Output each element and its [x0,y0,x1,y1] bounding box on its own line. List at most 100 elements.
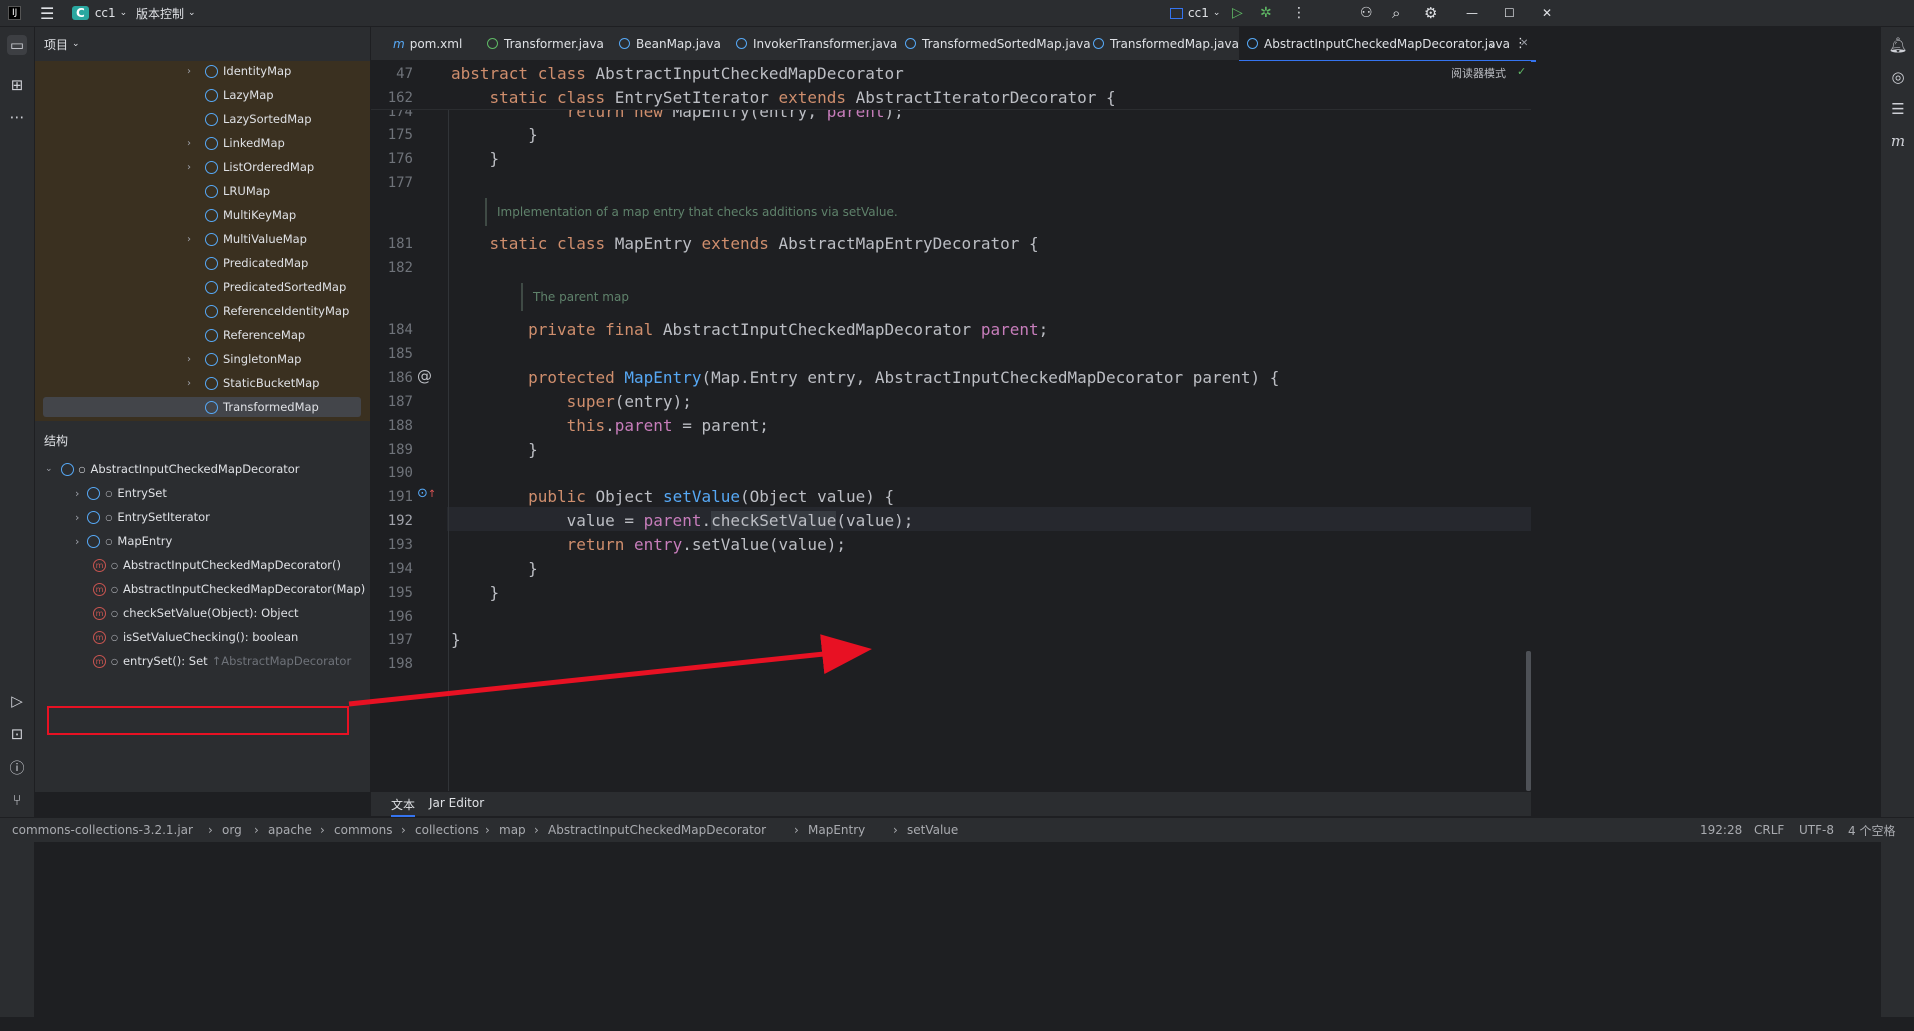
editor-tab[interactable]: m pom.xml [385,27,470,60]
project-tree-item[interactable]: ReferenceIdentityMap [35,301,370,321]
class-icon [205,184,218,198]
caret-position[interactable]: 192:28 [1700,818,1742,842]
chevron-right-icon[interactable]: › [187,162,191,173]
project-panel-header: 项目 ⌄ [35,27,370,61]
project-tree-item[interactable]: TransformedMap [43,397,361,417]
structure-item-label: EntrySetIterator [117,510,210,524]
editor-tab[interactable]: TransformedSortedMap.java [897,27,1099,60]
editor-tab[interactable]: BeanMap.java [611,27,729,60]
more-icon[interactable]: ⋯ [7,107,27,127]
line-separator[interactable]: CRLF [1754,818,1784,842]
breadcrumb-item[interactable]: commons-collections-3.2.1.jar [12,818,193,842]
debug-icon[interactable]: ✲ [1260,0,1272,26]
vertical-scrollbar[interactable] [1526,651,1531,791]
reader-mode-label[interactable]: 阅读器模式 [1451,65,1506,81]
visibility-icon: ○ [111,656,118,666]
editor-tab[interactable]: InvokerTransformer.java [728,27,905,60]
indent-setting[interactable]: 4 个空格 [1848,818,1895,842]
structure-class-item[interactable]: › ○ EntrySetIterator [75,507,210,527]
terminal-icon[interactable]: ⊡ [7,724,27,744]
services-icon[interactable]: ▷ [7,691,27,711]
breadcrumb-item[interactable]: AbstractInputCheckedMapDecorator [548,818,766,842]
chevron-down-icon[interactable]: ⌄ [72,39,80,49]
chevron-right-icon[interactable]: › [75,511,79,524]
chevron-right-icon[interactable]: › [75,535,79,548]
project-tree-item[interactable]: › ListOrderedMap [35,157,370,177]
structure-panel-title: 结构 [44,434,69,448]
structure-method-item[interactable]: m ○ checkSetValue(Object): Object [93,603,299,623]
close-icon[interactable]: ✕ [1542,0,1552,26]
bell-icon[interactable]: 🔔︎ [1888,35,1908,55]
project-tree-item[interactable]: PredicatedMap [35,253,370,273]
run-config-selector[interactable]: cc1 ⌄ [1170,0,1220,26]
project-tree-item[interactable]: LRUMap [35,181,370,201]
minimize-icon[interactable]: — [1466,0,1478,26]
breadcrumb-item[interactable]: apache [268,818,312,842]
structure-method-item[interactable]: m ○ AbstractInputCheckedMapDecorator(Map) [93,579,365,599]
breadcrumb-item[interactable]: commons [334,818,393,842]
code-line-189: } [451,440,538,459]
project-switcher[interactable]: C cc1 ⌄ [72,0,127,26]
project-tree-item[interactable]: › SingletonMap [35,349,370,369]
structure-root[interactable]: ⌄ ○ AbstractInputCheckedMapDecorator [45,459,300,479]
run-icon[interactable]: ▷ [1232,0,1243,26]
breadcrumb-separator-icon: › [893,823,898,837]
editor-tab[interactable]: TransformedMap.java [1085,27,1247,60]
tab-list-icon[interactable]: ⌄ [1488,27,1497,60]
folder-icon[interactable]: ▭ [7,35,27,55]
project-tree-item[interactable]: LazySortedMap [35,109,370,129]
visibility-icon: ○ [111,608,118,618]
chevron-right-icon[interactable]: › [187,378,191,389]
ai-assistant-icon[interactable]: ◎ [1888,67,1908,87]
database-icon[interactable]: ☰ [1888,99,1908,119]
git-icon[interactable]: ⑂ [7,790,27,810]
tab-text[interactable]: 文本 [391,796,416,817]
chevron-right-icon[interactable]: › [75,487,79,500]
project-tree-item[interactable]: ReferenceMap [35,325,370,345]
project-tree-item[interactable]: › StaticBucketMap [35,373,370,393]
gutter-divider [448,109,449,791]
project-tree-item[interactable]: › LinkedMap [35,133,370,153]
structure-method-item[interactable]: m ○ entrySet(): Set ↑AbstractMapDecorator [93,651,351,671]
breadcrumb-item[interactable]: map [499,818,526,842]
structure-class-item[interactable]: › ○ EntrySet [75,483,167,503]
project-tree-item[interactable]: PredicatedSortedMap [35,277,370,297]
breadcrumb-separator-icon: › [485,823,490,837]
structure-icon[interactable]: ⊞ [7,75,27,95]
search-icon[interactable]: ⌕ [1392,0,1400,26]
chevron-right-icon[interactable]: › [187,234,191,245]
maximize-icon[interactable]: ☐ [1504,0,1515,26]
chevron-right-icon[interactable]: › [187,66,191,77]
editor-tab[interactable]: Transformer.java [479,27,612,60]
gear-icon[interactable]: ⚙ [1424,0,1437,26]
main-menu-icon[interactable]: ☰ [40,0,54,26]
project-panel-title[interactable]: 项目 [44,36,68,53]
chevron-right-icon[interactable]: › [187,138,191,149]
structure-class-item[interactable]: › ○ MapEntry [75,531,172,551]
code-editor[interactable]: 47 abstract class AbstractInputCheckedMa… [371,61,1531,791]
tab-more-icon[interactable]: ⋮ [1514,27,1527,60]
more-actions-icon[interactable]: ⋮ [1292,0,1306,26]
project-tree-item-label: IdentityMap [223,64,292,78]
breadcrumb-item[interactable]: collections [415,818,479,842]
project-tree-item-label: PredicatedMap [223,256,309,270]
breadcrumb-item[interactable]: org [222,818,242,842]
vcs-menu[interactable]: 版本控制 ⌄ [136,0,196,26]
breadcrumb-item[interactable]: MapEntry [808,818,865,842]
breadcrumb-item[interactable]: setValue [907,818,958,842]
project-tree-item[interactable]: › IdentityMap [35,61,370,81]
app-logo-icon[interactable]: IJ [8,0,22,26]
chevron-right-icon[interactable]: › [187,354,191,365]
problems-icon[interactable]: ⓘ [7,757,27,777]
maven-icon[interactable]: m [1888,131,1908,151]
override-up-gutter-icon[interactable]: ⊙↑ [417,486,436,501]
structure-method-item[interactable]: m ○ isSetValueChecking(): boolean [93,627,298,647]
override-gutter-icon[interactable]: @ [417,367,432,385]
add-user-icon[interactable]: ⚇ [1360,0,1373,26]
project-tree-item[interactable]: LazyMap [35,85,370,105]
project-tree-item[interactable]: MultiKeyMap [35,205,370,225]
structure-method-item[interactable]: m ○ AbstractInputCheckedMapDecorator() [93,555,341,575]
project-tree-item[interactable]: › MultiValueMap [35,229,370,249]
tab-jar-editor[interactable]: Jar Editor [429,796,484,810]
file-encoding[interactable]: UTF-8 [1799,818,1834,842]
